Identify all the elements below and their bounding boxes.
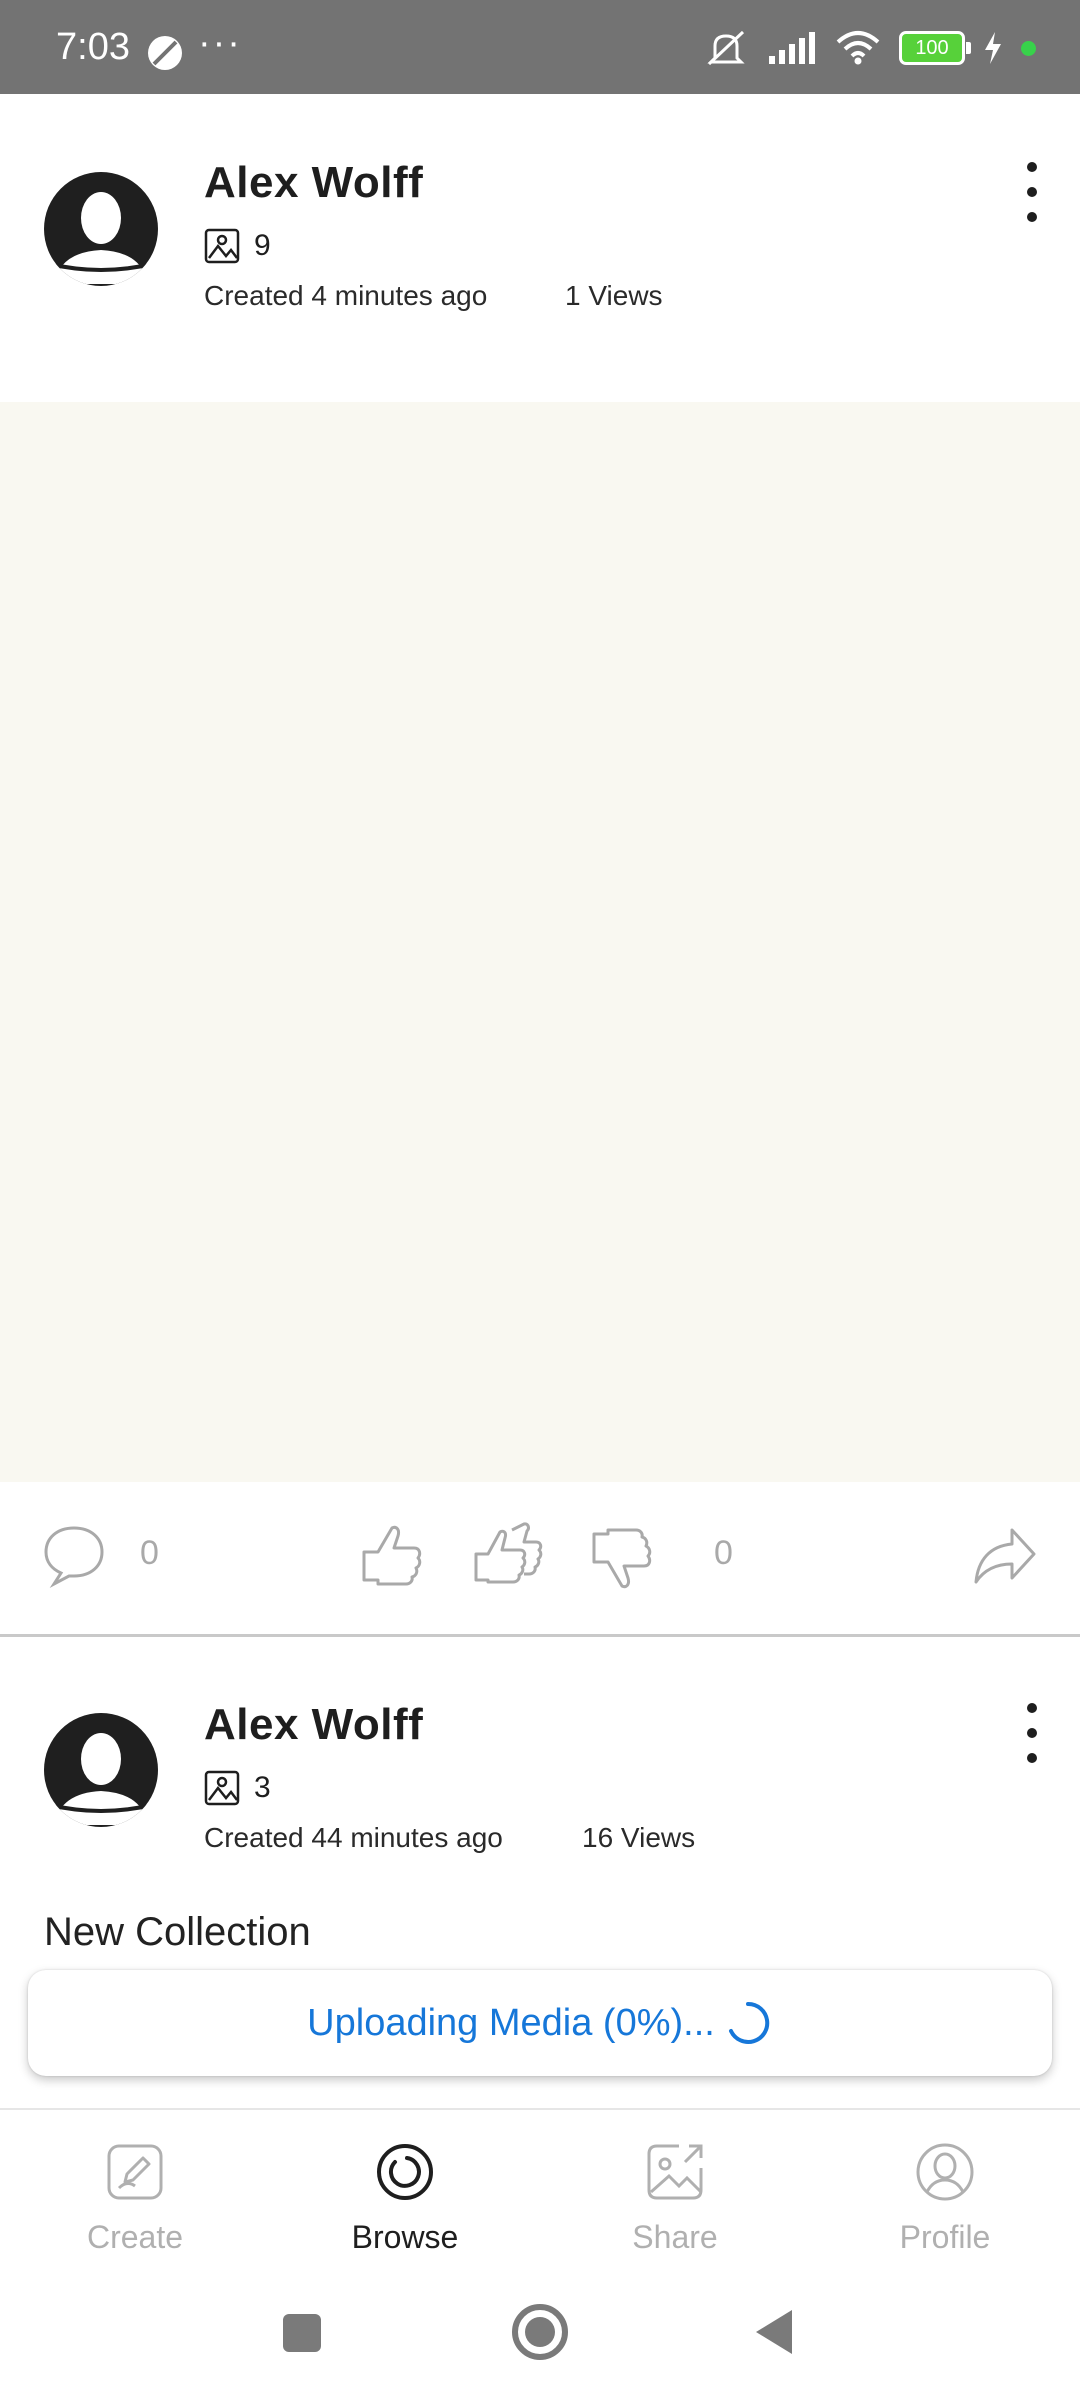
collection-title[interactable]: New Collection: [44, 1910, 311, 1955]
status-time: 7:03: [56, 26, 130, 68]
created-time: Created 44 minutes ago: [204, 1822, 503, 1853]
post-options-icon[interactable]: [1020, 1703, 1044, 1763]
share-arrow-icon[interactable]: [972, 1526, 1038, 1586]
more-notifications-icon: ···: [198, 22, 242, 64]
tab-share[interactable]: Share: [575, 2140, 775, 2256]
loading-spinner-icon: [728, 2001, 769, 2044]
post-options-icon[interactable]: [1020, 162, 1044, 222]
tab-create[interactable]: Create: [35, 2140, 235, 2256]
dnd-circle-icon: [148, 36, 182, 70]
media-count-value: 9: [254, 229, 271, 262]
tab-browse[interactable]: Browse: [305, 2140, 505, 2256]
battery-icon: 100: [899, 31, 971, 65]
edit-icon: [107, 2144, 163, 2200]
author-avatar[interactable]: [44, 1713, 158, 1827]
image-icon: [204, 1770, 240, 1806]
media-count: 9: [204, 228, 271, 264]
views-count: 1 Views: [565, 280, 663, 311]
post-divider: [0, 1634, 1080, 1637]
author-name[interactable]: Alex Wolff: [204, 1700, 423, 1750]
comment-icon[interactable]: [42, 1524, 106, 1588]
back-icon[interactable]: [754, 2308, 794, 2356]
recent-apps-icon[interactable]: [283, 2314, 321, 2352]
status-bar: 7:03 ··· 100: [0, 0, 1080, 94]
privacy-indicator-dot: [1021, 40, 1036, 56]
vote-count: 0: [714, 1534, 733, 1572]
upload-toast: Uploading Media (0%)...: [28, 1970, 1052, 2076]
signal-icon: [769, 32, 815, 64]
image-icon: [204, 228, 240, 264]
author-name[interactable]: Alex Wolff: [204, 158, 423, 208]
media-count-value: 3: [254, 1771, 271, 1804]
wifi-icon: [836, 31, 880, 65]
bottom-nav-divider: [0, 2108, 1080, 2110]
post-media[interactable]: [0, 402, 1080, 1482]
upload-status-text: Uploading Media (0%)...: [307, 2001, 715, 2044]
tab-label: Share: [632, 2219, 718, 2255]
avatar-silhouette-icon: [49, 1733, 153, 1825]
share-image-icon: [647, 2144, 703, 2200]
author-avatar[interactable]: [44, 172, 158, 286]
thumbs-down-icon[interactable]: [588, 1526, 656, 1594]
system-navigation-bar: [0, 2280, 1080, 2400]
tab-label: Create: [86, 2219, 184, 2255]
created-time: Created 4 minutes ago: [204, 280, 488, 311]
avatar-silhouette-icon: [49, 192, 153, 284]
thumbs-up-icon[interactable]: [358, 1520, 426, 1588]
home-icon[interactable]: [510, 2302, 570, 2362]
media-count: 3: [204, 1770, 271, 1806]
charging-icon: [985, 32, 1001, 64]
tab-label: Browse: [351, 2219, 459, 2255]
browse-icon: [377, 2144, 433, 2200]
comment-count: 0: [140, 1534, 159, 1572]
mute-bell-icon: [707, 30, 745, 66]
tab-label: Profile: [899, 2219, 991, 2255]
super-like-icon[interactable]: [472, 1520, 544, 1588]
status-icons: 100: [703, 28, 1036, 68]
tab-profile[interactable]: Profile: [845, 2140, 1045, 2256]
post-action-bar: 0 0: [0, 1490, 1080, 1624]
profile-icon: [916, 2143, 974, 2201]
views-count: 16 Views: [582, 1822, 696, 1853]
